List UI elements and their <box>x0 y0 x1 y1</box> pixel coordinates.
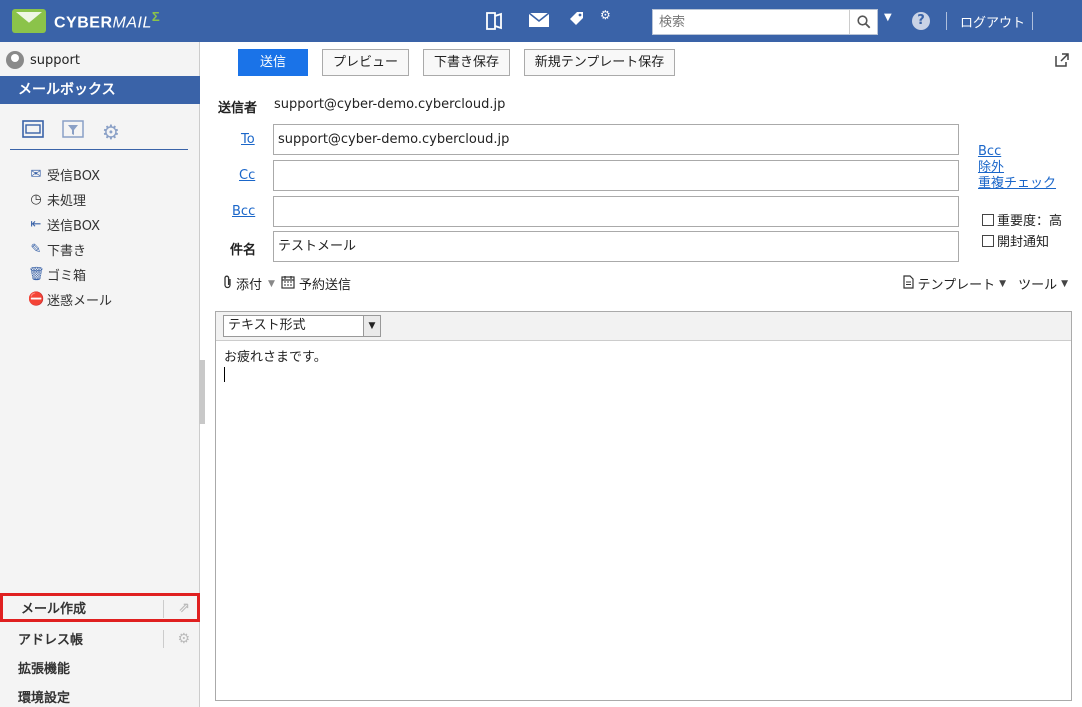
template-caret-icon[interactable]: ▼ <box>999 279 1006 289</box>
settings-tab-icon[interactable]: ⚙ <box>102 120 120 149</box>
sidebar-item-settings[interactable]: 環境設定 <box>0 682 200 707</box>
sidebar-item-outbox[interactable]: ⇤ 送信BOX <box>28 212 112 237</box>
cc-field[interactable] <box>273 160 959 191</box>
search-icon[interactable] <box>849 10 877 34</box>
read-receipt-checkbox[interactable]: 開封通知 <box>982 231 1049 250</box>
logo-text: CYBERMAILΣ <box>54 9 161 32</box>
calendar-icon <box>281 275 295 293</box>
exclude-link[interactable]: 除外 <box>978 160 1056 176</box>
tools-menu[interactable]: ツール <box>1018 274 1057 293</box>
cc-label[interactable]: Cc <box>239 168 255 183</box>
filter-tab-icon[interactable] <box>62 120 84 149</box>
clock-icon: ◷ <box>30 192 42 207</box>
paperclip-icon <box>223 275 233 293</box>
subject-field[interactable]: テストメール <box>273 231 959 262</box>
tools-caret-icon[interactable]: ▼ <box>1061 279 1068 289</box>
subject-label: 件名 <box>230 243 257 258</box>
mail-icon[interactable] <box>528 11 550 34</box>
mailbox-tab-icon[interactable] <box>22 120 44 149</box>
sidebar-tool-tabs: ⚙ <box>10 120 188 150</box>
from-label: 送信者 <box>218 101 258 116</box>
save-template-button[interactable]: 新規テンプレート保存 <box>524 49 675 76</box>
help-icon[interactable]: ? <box>912 12 930 30</box>
sidebar-item-extensions[interactable]: 拡張機能 <box>0 653 200 682</box>
spam-icon: ⛔ <box>28 292 45 307</box>
template-menu[interactable]: テンプレート <box>918 274 996 293</box>
preview-button[interactable]: プレビュー <box>322 49 409 76</box>
divider <box>163 600 164 618</box>
sidebar-item-inbox[interactable]: ✉ 受信BOX <box>28 162 112 187</box>
attach-button[interactable]: 添付 <box>236 274 262 293</box>
popout-window-icon[interactable] <box>1054 52 1070 72</box>
chevron-down-icon[interactable]: ▼ <box>363 316 380 336</box>
template-tools-row: テンプレート ▼ ツール ▼ <box>902 274 1068 293</box>
folder-list: ✉ 受信BOX ◷ 未処理 ⇤ 送信BOX ✎ 下書き 🗑 ゴミ箱 ⛔ 迷惑メール <box>28 162 112 312</box>
checkbox-box[interactable] <box>982 234 994 247</box>
search-input[interactable] <box>653 10 849 34</box>
avatar-icon <box>6 51 24 69</box>
importance-checkbox[interactable]: 重要度：高 <box>982 210 1062 229</box>
sidebar-item-drafts[interactable]: ✎ 下書き <box>28 237 112 262</box>
username: support <box>30 52 80 68</box>
to-label[interactable]: To <box>241 132 255 147</box>
attach-row: 添付 ▼ 予約送信 <box>223 274 351 293</box>
outbox-icon: ⇤ <box>30 217 42 232</box>
divider <box>946 12 947 30</box>
bcc-field[interactable] <box>273 196 959 227</box>
user-row[interactable]: support <box>0 42 199 78</box>
logout-link[interactable]: ログアウト <box>960 12 1025 31</box>
bcc-label[interactable]: Bcc <box>232 204 255 219</box>
bcc-link[interactable]: Bcc <box>978 144 1056 160</box>
document-icon <box>902 274 914 293</box>
inbox-icon: ✉ <box>30 167 42 182</box>
top-bar: CYBERMAILΣ ⚙ ▼ ? ログアウト <box>0 0 1082 42</box>
recipient-links: Bcc 除外 重複チェック <box>978 144 1056 192</box>
trash-icon: 🗑 <box>28 267 45 282</box>
app-logo[interactable]: CYBERMAILΣ <box>12 8 160 34</box>
sidebar-item-spam[interactable]: ⛔ 迷惑メール <box>28 287 112 312</box>
compose-panel: 送信 プレビュー 下書き保存 新規テンプレート保存 送信者 support@cy… <box>205 42 1082 707</box>
popout-icon[interactable]: ⇗ <box>178 600 190 616</box>
gear-icon[interactable]: ⚙ <box>600 8 611 22</box>
mailbox-header[interactable]: メールボックス <box>0 76 200 104</box>
sidebar: support メールボックス ⚙ ✉ 受信BOX ◷ 未処理 ⇤ 送信BOX ✎ 下書… <box>0 42 200 707</box>
editor-toolbar: テキスト形式 ▼ <box>216 312 1071 341</box>
send-button[interactable]: 送信 <box>238 49 308 76</box>
format-select[interactable]: テキスト形式 ▼ <box>223 315 381 337</box>
search-box <box>652 9 878 35</box>
text-cursor <box>224 367 225 382</box>
divider <box>1032 12 1033 30</box>
search-options-caret-icon[interactable]: ▼ <box>884 12 892 23</box>
sidebar-item-unprocessed[interactable]: ◷ 未処理 <box>28 187 112 212</box>
divider <box>163 630 164 648</box>
logo-envelope-icon <box>12 9 46 33</box>
message-editor: テキスト形式 ▼ お疲れさまです。 <box>215 311 1072 701</box>
gear-icon[interactable]: ⚙ <box>177 631 190 647</box>
portal-icon[interactable] <box>484 11 504 36</box>
to-field[interactable]: support@cyber-demo.cybercloud.jp <box>273 124 959 155</box>
draft-icon: ✎ <box>30 242 42 257</box>
message-body[interactable]: お疲れさまです。 <box>216 341 1071 396</box>
body-text: お疲れさまです。 <box>224 350 327 365</box>
sidebar-item-trash[interactable]: 🗑 ゴミ箱 <box>28 262 112 287</box>
attach-caret-icon[interactable]: ▼ <box>268 279 275 289</box>
schedule-send-button[interactable]: 予約送信 <box>299 274 351 293</box>
sidebar-item-address-book[interactable]: アドレス帳 ⚙ <box>0 624 200 653</box>
tag-icon[interactable] <box>569 11 589 34</box>
save-draft-button[interactable]: 下書き保存 <box>423 49 510 76</box>
checkbox-box[interactable] <box>982 213 994 226</box>
from-value: support@cyber-demo.cybercloud.jp <box>274 97 506 112</box>
sidebar-item-compose[interactable]: メール作成 ⇗ <box>0 593 200 622</box>
duplicate-check-link[interactable]: 重複チェック <box>978 176 1056 192</box>
